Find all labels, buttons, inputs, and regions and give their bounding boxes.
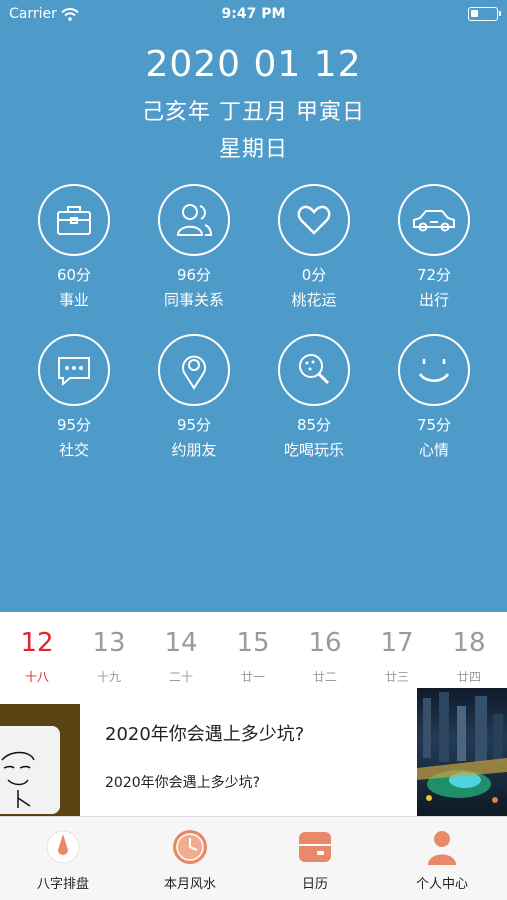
chat-icon: [38, 334, 110, 406]
fortune-label: 约朋友: [171, 441, 217, 459]
status-time: 9:47 PM: [221, 6, 286, 22]
day-number: 12: [20, 628, 54, 658]
fortune-score: 85分: [296, 416, 332, 434]
solar-date: 2020 01 12: [145, 44, 362, 85]
day-number: 14: [164, 628, 198, 658]
fortune-label: 同事关系: [163, 291, 224, 309]
tab-calendar[interactable]: 日历: [255, 829, 375, 892]
tab-label: 日历: [301, 877, 328, 892]
day-lunar: 二十: [168, 670, 193, 684]
day-number: 13: [92, 628, 126, 658]
fortune-item-romance[interactable]: 0分 桃花运: [264, 184, 364, 310]
magnifier-icon: [278, 334, 350, 406]
fortune-item-meet-friends[interactable]: 95分 约朋友: [144, 334, 244, 460]
day-number: 15: [236, 628, 270, 658]
article-subtitle: 2020年你会遇上多少坑?: [105, 775, 261, 791]
clock-icon: [172, 829, 208, 865]
article-thumbnail-right: [417, 688, 507, 816]
day-lunar: 十九: [96, 670, 121, 684]
tab-label: 个人中心: [415, 877, 468, 892]
day-item-selected[interactable]: 12 十八: [1, 628, 73, 685]
fortune-label: 吃喝玩乐: [283, 441, 344, 459]
fortune-label: 社交: [58, 441, 89, 459]
car-icon: [398, 184, 470, 256]
fortune-score: 0分: [301, 266, 327, 284]
fortune-score: 95分: [176, 416, 212, 434]
day-item[interactable]: 18 廿四: [433, 628, 505, 685]
article-title: 2020年你会遇上多少坑?: [105, 724, 305, 745]
tab-bazi[interactable]: 八字排盘: [3, 829, 123, 892]
day-strip: 12 十八 13 十九 14 二十 15 廿一 16 廿二 17 廿三 18 廿…: [0, 612, 507, 690]
day-item[interactable]: 17 廿三: [361, 628, 433, 685]
calendar-icon: [297, 829, 333, 865]
fortune-score: 96分: [176, 266, 212, 284]
header-panel: Carrier 9:47 PM 2020 01 12 己亥年 丁丑月 甲寅日 星…: [0, 0, 507, 612]
people-icon: [158, 184, 230, 256]
user-icon: [424, 829, 460, 865]
day-number: 18: [452, 628, 486, 658]
fortune-item-leisure[interactable]: 85分 吃喝玩乐: [264, 334, 364, 460]
day-item[interactable]: 13 十九: [73, 628, 145, 685]
tab-label: 八字排盘: [36, 877, 89, 892]
fortune-score: 95分: [56, 416, 92, 434]
battery-icon: [468, 7, 501, 21]
fortune-label: 出行: [418, 291, 449, 309]
day-item[interactable]: 15 廿一: [217, 628, 289, 685]
tab-bar: 八字排盘 本月风水 日历 个人中心: [0, 816, 507, 900]
fortune-item-mood[interactable]: 75分 心情: [384, 334, 484, 460]
fortune-label: 桃花运: [291, 291, 337, 309]
day-item[interactable]: 16 廿二: [289, 628, 361, 685]
fortune-item-colleagues[interactable]: 96分 同事关系: [144, 184, 244, 310]
fortune-item-travel[interactable]: 72分 出行: [384, 184, 484, 310]
day-number: 16: [308, 628, 342, 658]
day-lunar: 廿二: [312, 670, 337, 684]
tab-profile[interactable]: 个人中心: [382, 829, 502, 892]
weekday: 星期日: [218, 137, 288, 162]
location-pin-icon: [158, 334, 230, 406]
day-number: 17: [380, 628, 414, 658]
heart-icon: [278, 184, 350, 256]
status-bar: Carrier 9:47 PM: [0, 0, 507, 28]
day-lunar: 十八: [24, 670, 49, 684]
fortune-score: 60分: [56, 266, 92, 284]
fortune-item-social[interactable]: 95分 社交: [24, 334, 124, 460]
article-thumbnail-left: [0, 704, 80, 816]
day-item[interactable]: 14 二十: [145, 628, 217, 685]
fortune-score: 75分: [416, 416, 452, 434]
fortune-label: 心情: [418, 441, 449, 459]
tab-label: 本月风水: [163, 877, 216, 892]
day-lunar: 廿三: [384, 670, 409, 684]
fortune-label: 事业: [58, 291, 89, 309]
tab-monthly-fengshui[interactable]: 本月风水: [130, 829, 250, 892]
compass-needle-icon: [45, 829, 81, 865]
fortune-score: 72分: [416, 266, 452, 284]
smiley-icon: [398, 334, 470, 406]
article-card[interactable]: 2020年你会遇上多少坑? 2020年你会遇上多少坑?: [0, 688, 507, 816]
day-lunar: 廿四: [456, 670, 481, 684]
briefcase-icon: [38, 184, 110, 256]
day-lunar: 廿一: [240, 670, 265, 684]
lunar-date: 己亥年 丁丑月 甲寅日: [142, 100, 365, 125]
fortune-item-career[interactable]: 60分 事业: [24, 184, 124, 310]
